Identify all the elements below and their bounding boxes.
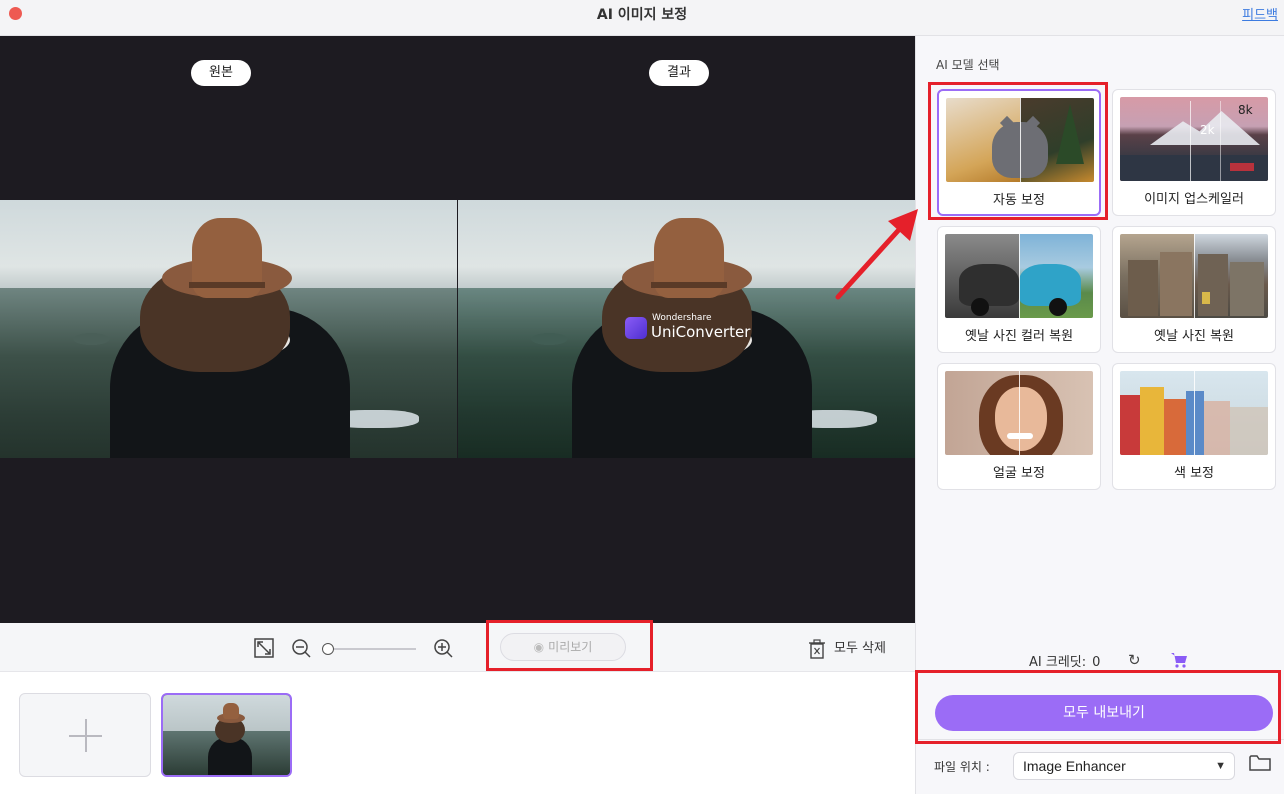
delete-all-button[interactable]: 모두 삭제 <box>808 637 886 659</box>
image-thumbnail[interactable] <box>161 693 292 777</box>
feedback-link[interactable]: 피드백 <box>1242 4 1278 23</box>
chevron-down-icon: ▼ <box>1215 760 1226 772</box>
window-title: AI 이미지 보정 <box>596 7 688 23</box>
badge-2k: 2k <box>1200 123 1215 137</box>
model-label: 이미지 업스케일러 <box>1144 192 1244 207</box>
ai-model-panel: AI 모델 선택 자동 보정 8k 2k 이미지 업스케일러 옛날 사진 컬러 … <box>915 36 1284 794</box>
annotation-arrow <box>835 209 918 300</box>
model-label: 얼굴 보정 <box>993 466 1045 481</box>
watermark-brand-big: UniConverter <box>651 323 751 341</box>
preview-button[interactable]: ◉ 미리보기 <box>500 633 626 661</box>
file-location-select[interactable]: Image Enhancer ▼ <box>1013 752 1235 780</box>
model-label: 자동 보정 <box>993 193 1045 208</box>
cart-icon[interactable] <box>1170 652 1188 668</box>
refresh-icon[interactable]: ↻ <box>1128 651 1141 669</box>
title-bar: AI 이미지 보정 피드백 <box>0 0 1284 36</box>
file-location-label: 파일 위치 : <box>934 760 990 774</box>
model-label: 옛날 사진 컬러 복원 <box>964 329 1074 344</box>
watermark-brand-small: Wondershare <box>652 313 712 323</box>
divider <box>916 739 1284 740</box>
credits-label: AI 크레딧: <box>1029 655 1087 670</box>
credits-value: 0 <box>1092 655 1101 670</box>
folder-icon[interactable] <box>1249 754 1271 772</box>
model-preview-image <box>1120 234 1268 318</box>
model-card-colorize[interactable]: 옛날 사진 컬러 복원 <box>937 226 1101 353</box>
fit-screen-icon[interactable] <box>253 637 275 659</box>
file-location-value: Image Enhancer <box>1023 758 1126 774</box>
model-card-face[interactable]: 얼굴 보정 <box>937 363 1101 490</box>
section-title: AI 모델 선택 <box>936 58 1000 72</box>
trash-icon <box>809 638 825 659</box>
model-preview-image: 8k 2k <box>1120 97 1268 181</box>
preview-toolbar: ◉ 미리보기 모두 삭제 <box>0 623 915 671</box>
result-label: 결과 <box>649 60 709 86</box>
preview-button-label: 미리보기 <box>548 640 593 654</box>
eye-icon: ◉ <box>533 640 545 654</box>
ai-credits: AI 크레딧: 0 <box>1029 651 1100 670</box>
original-image <box>0 200 457 458</box>
model-label: 색 보정 <box>1173 466 1214 481</box>
add-image-button[interactable] <box>19 693 151 777</box>
model-preview-image <box>946 98 1094 182</box>
model-card-color[interactable]: 색 보정 <box>1112 363 1276 490</box>
original-label: 원본 <box>191 60 251 86</box>
delete-all-label: 모두 삭제 <box>834 641 886 656</box>
model-card-auto-enhance[interactable]: 자동 보정 <box>937 89 1101 216</box>
model-label: 옛날 사진 복원 <box>1153 329 1235 344</box>
zoom-in-icon[interactable] <box>432 637 454 659</box>
preview-area: 원본 결과 Wondershare UniConverter <box>0 36 915 623</box>
model-preview-image <box>1120 371 1268 455</box>
badge-8k: 8k <box>1238 103 1253 117</box>
zoom-slider-track[interactable] <box>328 648 416 650</box>
model-card-restore[interactable]: 옛날 사진 복원 <box>1112 226 1276 353</box>
model-preview-image <box>945 371 1093 455</box>
uniconverter-logo-icon <box>625 317 647 339</box>
model-preview-image <box>945 234 1093 318</box>
export-all-button[interactable]: 모두 내보내기 <box>935 695 1273 731</box>
zoom-out-icon[interactable] <box>290 637 312 659</box>
thumbnail-strip <box>0 671 915 794</box>
model-card-upscaler[interactable]: 8k 2k 이미지 업스케일러 <box>1112 89 1276 216</box>
zoom-slider-knob[interactable] <box>322 643 334 655</box>
